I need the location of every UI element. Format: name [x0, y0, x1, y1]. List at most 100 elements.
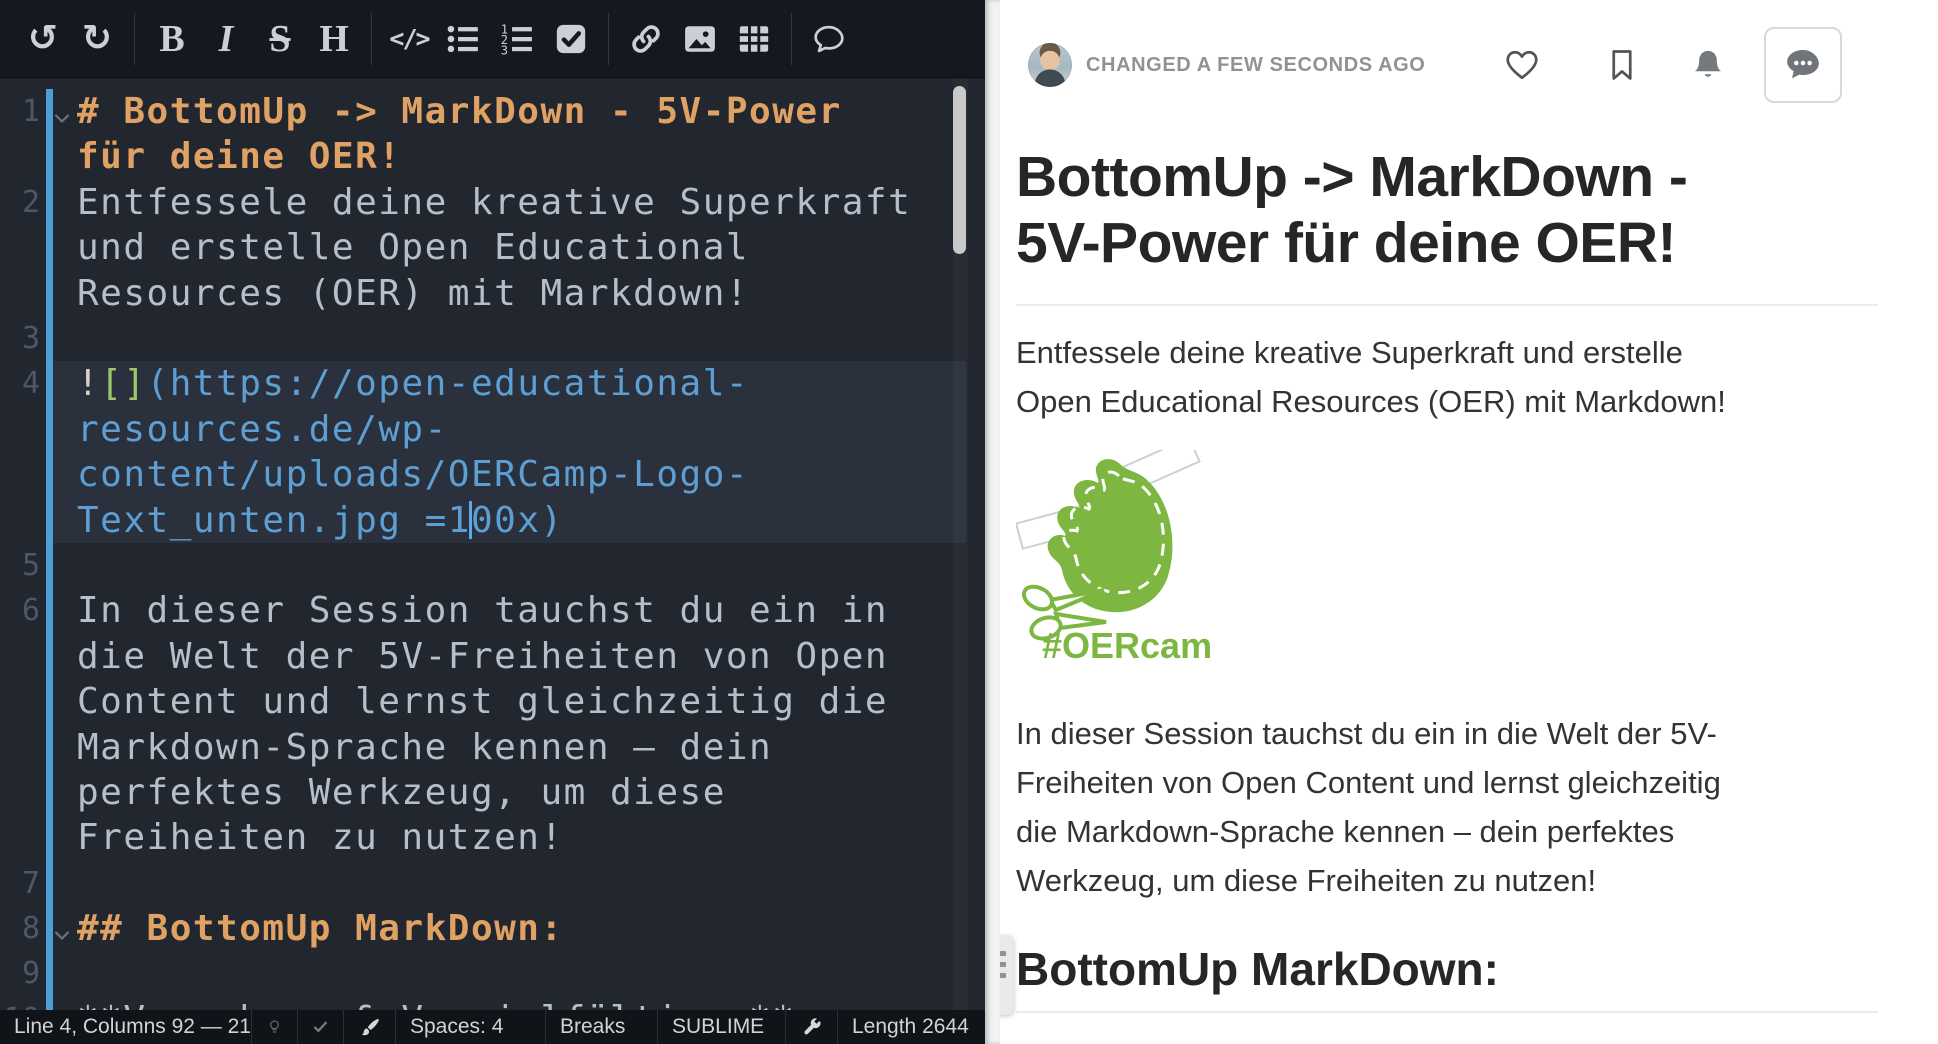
- fold-chevron-icon[interactable]: [50, 913, 74, 937]
- line-content: **Verwahren & Vervielfältigen**: [53, 997, 966, 1010]
- hamburger-icon: [1000, 951, 1006, 956]
- text-line: Open Educational Resources (OER) mit Mar…: [1016, 377, 1878, 426]
- change-gutter-bar: [46, 997, 53, 1010]
- code-row: ![](https://open-educational-: [77, 361, 966, 406]
- status-keymap[interactable]: SUBLIME: [658, 1010, 786, 1044]
- code-row: ## BottomUp MarkDown:: [77, 906, 966, 951]
- author-avatar[interactable]: [1028, 43, 1072, 87]
- toolbar-undo-button[interactable]: ↺: [16, 12, 70, 66]
- line-number: 10: [0, 997, 46, 1010]
- document-title: BottomUp -> MarkDown -5V-Power für deine…: [1016, 144, 1878, 276]
- status-check[interactable]: [298, 1010, 344, 1044]
- toolbar-check-list-button[interactable]: [544, 12, 598, 66]
- toolbar-ordered-list-button[interactable]: 123: [490, 12, 544, 66]
- code-row: die Welt der 5V-Freiheiten von Open: [77, 634, 966, 679]
- editor-pane: ↺↻BISH</>123 1# BottomUp -> MarkDown - 5…: [0, 0, 985, 1044]
- status-keymap-label: SUBLIME: [672, 1015, 764, 1039]
- code-editor[interactable]: 1 # BottomUp -> MarkDown - 5V-Powerfür de…: [0, 79, 985, 1010]
- status-wrench[interactable]: [786, 1010, 838, 1044]
- change-gutter-bar: [46, 316, 53, 361]
- status-length[interactable]: Length 2644: [838, 1010, 985, 1044]
- italic-icon: I: [219, 20, 234, 58]
- toolbar-group: ↺↻: [6, 13, 135, 65]
- editor-scrollbar-thumb[interactable]: [953, 86, 966, 254]
- code-row: Text_unten.jpg =100x): [77, 498, 966, 543]
- line-number: 4: [0, 361, 46, 543]
- toolbar-group: </> 123: [372, 13, 609, 65]
- image-icon: [683, 22, 717, 56]
- code-row: Freiheiten zu nutzen!: [77, 815, 966, 860]
- change-gutter-bar: [46, 543, 53, 588]
- editor-line: 6In dieser Session tauchst du ein indie …: [0, 588, 985, 860]
- comments-button[interactable]: [1764, 27, 1842, 103]
- bold-icon: B: [159, 20, 184, 58]
- status-breaks-label: Breaks: [560, 1015, 625, 1039]
- code-row: content/uploads/OERCamp-Logo-: [77, 452, 966, 497]
- preview-scroll-area[interactable]: CHANGED A FEW SECONDS AGO BottomUp -> Ma…: [1000, 0, 1938, 1044]
- status-brush[interactable]: [344, 1010, 396, 1044]
- note-header: CHANGED A FEW SECONDS AGO: [1016, 30, 1878, 100]
- bell-icon: [1690, 47, 1726, 83]
- line-content: [53, 543, 966, 588]
- toolbar-unordered-list-button[interactable]: [436, 12, 490, 66]
- code-token: Content und lernst gleichzeitig die: [77, 681, 888, 722]
- heart-icon: [1504, 47, 1540, 83]
- fold-chevron-icon[interactable]: [50, 96, 74, 120]
- editor-line: 10 **Verwahren & Vervielfältigen**: [0, 997, 985, 1010]
- code-token: perfektes Werkzeug, um diese: [77, 772, 726, 813]
- change-gutter-bar: [46, 361, 53, 543]
- code-row: [77, 861, 966, 906]
- bookmark-button[interactable]: [1604, 47, 1640, 83]
- status-spaces[interactable]: Spaces: 4: [396, 1010, 546, 1044]
- brush-icon: [359, 1016, 381, 1038]
- preview-pane: CHANGED A FEW SECONDS AGO BottomUp -> Ma…: [1000, 0, 1938, 1044]
- line-content: [53, 316, 966, 361]
- ordered-list-icon: 123: [500, 22, 534, 56]
- status-lightbulb[interactable]: [252, 1010, 298, 1044]
- code-row: [77, 951, 966, 996]
- status-cursor-position-label: Line 4, Columns 92 — 21: [14, 1015, 251, 1039]
- text-line: die Markdown-Sprache kennen – dein perfe…: [1016, 807, 1878, 856]
- toolbar-strikethrough-button[interactable]: S: [253, 12, 307, 66]
- code-token: content/uploads/OERCamp-Logo-: [77, 454, 749, 495]
- editor-line: 9: [0, 951, 985, 996]
- code-token: # BottomUp -> MarkDown - 5V-Power: [77, 91, 842, 132]
- toolbar-comment-button[interactable]: [802, 12, 856, 66]
- toolbar-bold-button[interactable]: B: [145, 12, 199, 66]
- code-row: resources.de/wp-: [77, 407, 966, 452]
- line-number: 3: [0, 316, 46, 361]
- like-button[interactable]: [1504, 47, 1540, 83]
- status-cursor-position[interactable]: Line 4, Columns 92 — 21: [0, 1010, 252, 1044]
- line-number: 1: [0, 89, 46, 180]
- toc-toggle-tab[interactable]: [1000, 935, 1014, 1015]
- check-icon: [312, 1016, 329, 1038]
- code-token: Markdown-Sprache kennen – dein: [77, 727, 772, 768]
- toolbar-link-button[interactable]: [619, 12, 673, 66]
- hamburger-icon: [1000, 962, 1006, 967]
- line-number: 5: [0, 543, 46, 588]
- svg-text:3: 3: [501, 43, 508, 55]
- toolbar-redo-button[interactable]: ↻: [70, 12, 124, 66]
- toolbar-italic-button[interactable]: I: [199, 12, 253, 66]
- code-row: für deine OER!: [77, 134, 966, 179]
- wrench-icon: [801, 1016, 823, 1038]
- subscribe-button[interactable]: [1690, 47, 1726, 83]
- code-row: [77, 543, 966, 588]
- code-row: Entfessele deine kreative Superkraft: [77, 180, 966, 225]
- toolbar-group: [792, 13, 866, 65]
- editor-statusbar: Line 4, Columns 92 — 21 Spaces: 4 Breaks SU…: [0, 1010, 985, 1044]
- toolbar-heading-button[interactable]: H: [307, 12, 361, 66]
- code-token: In dieser Session tauchst du ein in: [77, 590, 888, 631]
- toolbar-code-button[interactable]: </>: [382, 12, 436, 66]
- session-paragraph: In dieser Session tauchst du ein in die …: [1016, 709, 1878, 905]
- section-divider: [1016, 1011, 1878, 1013]
- pane-divider[interactable]: [985, 0, 1000, 1044]
- toolbar-table-button[interactable]: [727, 12, 781, 66]
- code-row: **Verwahren & Vervielfältigen**: [77, 997, 966, 1010]
- toolbar-image-button[interactable]: [673, 12, 727, 66]
- oercamp-flame-graphic: #OERcamp: [1016, 450, 1212, 668]
- status-breaks[interactable]: Breaks: [546, 1010, 658, 1044]
- text-line: In dieser Session tauchst du ein in die …: [1016, 709, 1878, 758]
- toolbar-group: BISH: [135, 13, 372, 65]
- change-gutter-bar: [46, 861, 53, 906]
